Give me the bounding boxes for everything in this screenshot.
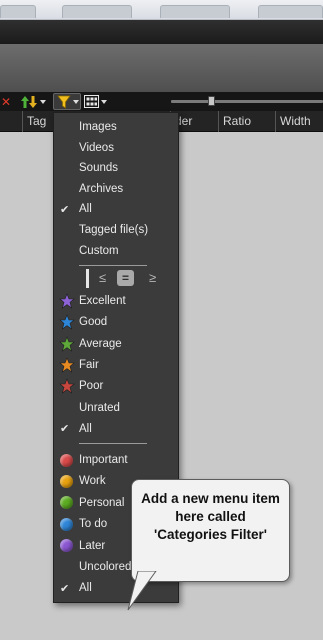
menu-item-label: Important <box>79 454 128 466</box>
menu-item-label: All <box>79 422 92 435</box>
menu-item-label: To do <box>79 518 108 531</box>
menu-item-color-important[interactable]: Important <box>54 450 178 470</box>
menu-item-label: Videos <box>79 141 114 154</box>
color-dot-icon <box>60 539 73 553</box>
menu-item-label: Sounds <box>79 162 119 175</box>
thumbnail-size-slider[interactable] <box>171 100 323 103</box>
browser-tab[interactable] <box>62 5 132 18</box>
equal-button[interactable]: = <box>117 270 134 286</box>
menu-item-label: Excellent <box>79 295 126 307</box>
menu-item-rating-excellent[interactable]: Excellent <box>54 291 178 311</box>
callout-pointer <box>127 569 157 611</box>
greater-equal-button[interactable]: ≥ <box>149 270 156 285</box>
column-header[interactable] <box>0 111 22 132</box>
menu-item-rating-fair[interactable]: Fair <box>54 355 178 375</box>
checkmark-icon: ✔ <box>60 203 70 216</box>
chevron-down-icon <box>40 99 46 104</box>
menu-item-custom[interactable]: Custom <box>54 241 178 261</box>
checkmark-icon: ✔ <box>60 582 70 595</box>
star-icon <box>59 314 75 331</box>
sort-arrows-icon <box>21 95 37 108</box>
chevron-down-icon <box>101 99 107 104</box>
menu-item-tagged-file-s[interactable]: Tagged file(s) <box>54 220 178 240</box>
view-mode-button[interactable] <box>84 93 112 110</box>
menu-item-label: Average <box>79 337 122 350</box>
menu-item-images[interactable]: Images <box>54 117 178 137</box>
browser-tab[interactable] <box>160 5 230 18</box>
browser-tab-bar <box>0 0 323 20</box>
menu-item-label: Poor <box>79 380 104 393</box>
menu-item-videos[interactable]: Videos <box>54 138 178 158</box>
title-bar <box>0 20 323 44</box>
menu-item-archives[interactable]: Archives <box>54 179 178 199</box>
menu-item-rating-good[interactable]: Good <box>54 312 178 332</box>
star-icon <box>59 378 75 394</box>
menu-item-label: All <box>79 582 92 595</box>
compare-divider <box>86 269 89 288</box>
menu-separator <box>79 443 147 444</box>
star-icon <box>59 357 75 373</box>
menu-item-label: Uncolored <box>79 561 132 573</box>
checkmark-icon: ✔ <box>60 423 70 436</box>
color-dot-icon <box>60 474 73 488</box>
menu-item-rating-average[interactable]: Average <box>54 334 178 354</box>
callout-text: Add a new menu item here called 'Categor… <box>141 491 280 542</box>
menu-item-label: Fair <box>79 358 99 371</box>
menu-item-label: Custom <box>79 244 119 257</box>
header-strip <box>0 44 323 92</box>
column-header-ratio[interactable]: Ratio <box>218 111 275 132</box>
menu-item-label: Images <box>79 121 117 133</box>
slider-handle[interactable] <box>208 96 215 106</box>
sort-button[interactable] <box>21 93 47 110</box>
menu-item-label: All <box>79 203 92 216</box>
toolbar: ✕ <box>0 92 323 111</box>
menu-item-label: Good <box>79 316 108 329</box>
menu-item-label: Work <box>79 475 106 488</box>
color-dot-icon <box>60 453 73 467</box>
menu-item-label: Archives <box>79 182 124 195</box>
menu-item-label: Unrated <box>79 401 120 414</box>
color-dot-icon <box>60 517 73 531</box>
menu-item-rating-poor[interactable]: Poor <box>54 376 178 396</box>
menu-separator <box>79 265 147 266</box>
menu-item-rating-unrated[interactable]: Unrated <box>54 398 178 418</box>
annotation-callout: Add a new menu item here called 'Categor… <box>131 479 290 582</box>
menu-item-label: Tagged file(s) <box>79 224 149 236</box>
chevron-down-icon <box>73 99 79 104</box>
menu-item-label: Later <box>79 539 106 552</box>
menu-item-all[interactable]: ✔ All <box>54 199 178 219</box>
grid-view-icon <box>84 95 99 108</box>
star-icon <box>59 293 75 309</box>
column-header-width[interactable]: Width <box>275 111 323 132</box>
menu-item-label: Personal <box>79 496 125 509</box>
filter-button[interactable] <box>53 93 81 110</box>
rating-compare-row: ≤ = ≥ <box>79 268 159 288</box>
star-icon <box>59 335 75 352</box>
browser-tab[interactable] <box>0 5 36 18</box>
less-equal-button[interactable]: ≤ <box>99 270 106 285</box>
color-dot-icon <box>60 496 73 510</box>
menu-item-sounds[interactable]: Sounds <box>54 158 178 178</box>
menu-item-rating-all[interactable]: ✔ All <box>54 419 178 439</box>
close-icon[interactable]: ✕ <box>0 93 12 110</box>
browser-tab[interactable] <box>258 5 323 18</box>
filter-funnel-icon <box>57 95 71 109</box>
